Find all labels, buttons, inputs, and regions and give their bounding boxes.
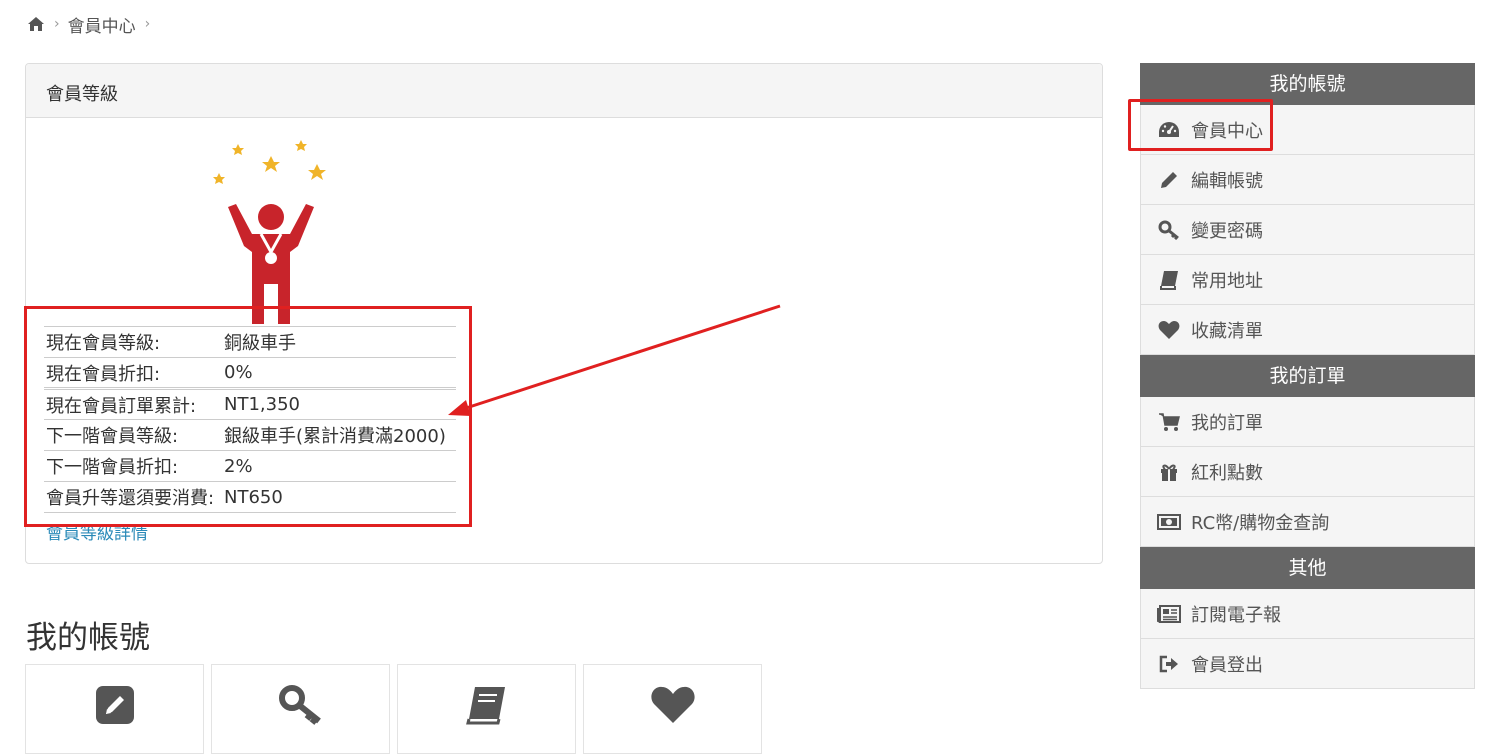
sidebar-item-label: 訂閱電子報 <box>1191 604 1281 626</box>
chevron-right-icon: › <box>144 16 151 32</box>
sidebar-item-label: 變更密碼 <box>1191 220 1263 242</box>
edit-account-card[interactable] <box>25 664 204 754</box>
sidebar-item-wishlist[interactable]: 收藏清單 <box>1140 305 1475 355</box>
wishlist-card[interactable] <box>583 664 762 754</box>
home-icon[interactable] <box>27 16 45 32</box>
annotation-highlight-box <box>24 306 472 527</box>
account-section-title: 我的帳號 <box>26 620 150 656</box>
cart-icon <box>1157 410 1181 434</box>
sidebar-item-address[interactable]: 常用地址 <box>1140 255 1475 305</box>
sidebar-item-rc-coins[interactable]: RC幣/購物金查詢 <box>1140 497 1475 547</box>
book-icon <box>465 685 509 753</box>
panel-title: 會員等級 <box>26 64 1102 118</box>
address-book-card[interactable] <box>397 664 576 754</box>
logout-icon <box>1157 652 1181 676</box>
heart-icon <box>650 685 696 753</box>
gift-icon <box>1157 460 1181 484</box>
sidebar-group-other: 其他 <box>1140 547 1475 589</box>
sidebar-item-label: 會員登出 <box>1191 654 1263 676</box>
account-sidebar: 我的帳號 會員中心 編輯帳號 變更密碼 常用地址 收藏清單 我的訂單 我的訂單 … <box>1140 63 1475 689</box>
change-password-card[interactable] <box>211 664 390 754</box>
sidebar-item-label: 常用地址 <box>1191 270 1263 292</box>
annotation-highlight-box <box>1128 99 1273 151</box>
breadcrumb: › 會員中心 › <box>27 12 158 37</box>
chevron-right-icon: › <box>54 16 60 32</box>
key-icon <box>1157 218 1181 242</box>
sidebar-item-my-orders[interactable]: 我的訂單 <box>1140 397 1475 447</box>
account-shortcuts <box>25 664 762 754</box>
winner-figure-illustration <box>213 140 326 324</box>
sidebar-group-my-orders: 我的訂單 <box>1140 355 1475 397</box>
sidebar-item-change-password[interactable]: 變更密碼 <box>1140 205 1475 255</box>
sidebar-item-bonus-points[interactable]: 紅利點數 <box>1140 447 1475 497</box>
money-icon <box>1157 510 1181 534</box>
sidebar-item-newsletter[interactable]: 訂閱電子報 <box>1140 589 1475 639</box>
sidebar-item-edit-account[interactable]: 編輯帳號 <box>1140 155 1475 205</box>
sidebar-item-label: 紅利點數 <box>1191 462 1263 484</box>
sidebar-item-label: RC幣/購物金查詢 <box>1191 512 1330 534</box>
sidebar-item-logout[interactable]: 會員登出 <box>1140 639 1475 689</box>
heart-icon <box>1157 318 1181 342</box>
sidebar-item-label: 收藏清單 <box>1191 320 1263 342</box>
sidebar-item-label: 我的訂單 <box>1191 412 1263 434</box>
breadcrumb-current[interactable]: 會員中心 <box>68 12 136 37</box>
book-icon <box>1157 268 1181 292</box>
newspaper-icon <box>1157 602 1181 626</box>
key-icon <box>278 685 323 753</box>
sidebar-item-label: 編輯帳號 <box>1191 170 1263 192</box>
pencil-icon <box>1157 168 1181 192</box>
pencil-square-icon <box>95 685 135 753</box>
